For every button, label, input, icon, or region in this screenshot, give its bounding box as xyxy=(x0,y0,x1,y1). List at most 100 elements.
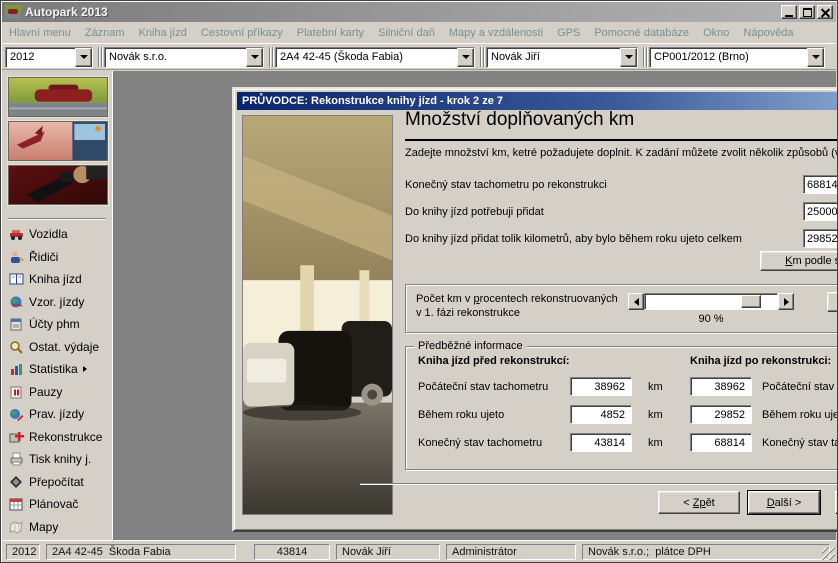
field-label-final-odometer: Konečný stav tachometru po rekonstrukci xyxy=(405,179,607,191)
menu-platebni-karty[interactable]: Platební karty xyxy=(290,27,371,39)
sidebar-item-tisk-knihy[interactable]: Tisk knihy j. xyxy=(2,448,111,471)
driver-icon xyxy=(9,250,25,264)
sidebar-item-pauzy[interactable]: Pauzy xyxy=(2,381,111,404)
sidebar-item-label: Tisk knihy j. xyxy=(29,452,91,466)
back-button[interactable]: < Zpět xyxy=(658,491,740,514)
unit-label: km xyxy=(648,409,663,421)
before-final-odometer xyxy=(570,433,632,452)
maps-icon xyxy=(9,520,25,534)
row-label-before: Konečný stav tachometru xyxy=(418,437,542,449)
maximize-icon xyxy=(803,8,812,17)
sidebar-item-planovac[interactable]: Plánovač xyxy=(2,493,111,516)
menu-hlavni-menu[interactable]: Hlavní menu xyxy=(2,27,78,39)
menu-zaznam[interactable]: Záznam xyxy=(78,27,132,39)
mdi-workspace: PRŮVODCE: Rekonstrukce knihy jízd - krok… xyxy=(115,71,836,540)
scroll-right-button[interactable] xyxy=(778,293,794,310)
menu-silnicni-dan[interactable]: Silniční daň xyxy=(371,27,442,39)
chevron-down-icon xyxy=(251,55,259,59)
wizard-titlebar[interactable]: PRŮVODCE: Rekonstrukce knihy jízd - krok… xyxy=(237,92,838,110)
driver-combo[interactable]: Novák Jiří xyxy=(486,47,638,68)
sidebar-item-kniha-jizd[interactable]: Kniha jízd xyxy=(2,268,111,291)
close-button[interactable] xyxy=(817,5,833,19)
before-header: Kniha jízd před rekonstrukcí: xyxy=(418,355,570,367)
toolbar: 2012 Novák s.r.o. 2A4 42-45 (Škoda Fabia… xyxy=(2,45,836,70)
sidebar-item-vozidla[interactable]: Vozidla xyxy=(2,223,111,246)
sidebar-item-ridici[interactable]: Řidiči xyxy=(2,246,111,269)
button-label: m podle spotřeby xyxy=(792,255,838,267)
close-icon xyxy=(821,8,830,17)
year-combo-arrow[interactable] xyxy=(75,48,92,67)
scrollbar-thumb[interactable] xyxy=(741,295,761,308)
wizard-dialog: PRŮVODCE: Rekonstrukce knihy jízd - krok… xyxy=(232,87,838,532)
statistics-icon xyxy=(9,362,25,376)
scrollbar-track[interactable] xyxy=(644,293,778,310)
sidebar-photo-plane xyxy=(8,121,108,161)
other-expenses-icon xyxy=(9,340,25,354)
menu-napoveda[interactable]: Nápověda xyxy=(736,27,800,39)
sidebar-item-label: Řidiči xyxy=(29,250,58,264)
vehicle-combo-arrow[interactable] xyxy=(457,48,474,67)
company-combo[interactable]: Novák s.r.o. xyxy=(104,47,264,68)
app-icon xyxy=(5,5,21,19)
vehicle-combo-value: 2A4 42-45 (Škoda Fabia) xyxy=(276,48,457,67)
menu-pomocne-databaze[interactable]: Pomocné databáze xyxy=(587,27,696,39)
preliminary-info-group: Předběžné informace Kniha jízd před reko… xyxy=(405,346,838,470)
regular-trips-icon xyxy=(9,407,25,421)
recalculate-icon xyxy=(9,475,25,489)
sidebar-item-vzor-jizdy[interactable]: Vzor. jízdy xyxy=(2,291,111,314)
percent-value: 90 % xyxy=(644,313,778,325)
minimize-button[interactable] xyxy=(781,5,797,19)
chevron-down-icon xyxy=(462,55,470,59)
fuel-accounts-icon xyxy=(9,317,25,331)
row-label-after: Konečný stav tachometru xyxy=(762,437,838,449)
sidebar-item-label: Účty phm xyxy=(29,317,80,331)
sidebar-item-label: Mapy xyxy=(29,520,58,534)
toolbar-separator xyxy=(272,47,274,67)
status-company: Novák s.r.o.; plátce DPH xyxy=(582,544,830,560)
final-odometer-input[interactable] xyxy=(803,175,838,194)
scroll-left-button[interactable] xyxy=(628,293,644,310)
sidebar-item-ucty-phm[interactable]: Účty phm xyxy=(2,313,111,336)
next-button[interactable]: Další > xyxy=(748,491,820,514)
sidebar-item-mapy[interactable]: Mapy xyxy=(2,516,111,539)
sidebar-photo-car xyxy=(8,77,108,117)
company-combo-arrow[interactable] xyxy=(246,48,263,67)
group-title: Předběžné informace xyxy=(414,340,527,352)
resize-grip-icon[interactable] xyxy=(822,547,835,560)
sidebar-item-prav-jizdy[interactable]: Prav. jízdy xyxy=(2,403,111,426)
km-to-add-input[interactable] xyxy=(803,202,838,221)
percent-label: Počet km v procentech rekonstruovaných v… xyxy=(416,292,618,320)
details-button[interactable]: Podrobnosti xyxy=(827,292,838,312)
sidebar-item-statistika[interactable]: Statistika xyxy=(2,358,111,381)
status-year: 2012 xyxy=(6,544,40,560)
menu-kniha-jizd[interactable]: Kniha jízd xyxy=(132,27,194,39)
sidebar-item-ostat-vydaje[interactable]: Ostat. výdaje xyxy=(2,336,111,359)
wizard-description: Zadejte množství km, ketré požadujete do… xyxy=(405,147,838,159)
sidebar-item-prepocitat[interactable]: Přepočítat xyxy=(2,471,111,494)
percent-scrollbar[interactable] xyxy=(628,293,794,310)
status-vehicle: 2A4 42-45 Škoda Fabia xyxy=(46,544,236,560)
percent-panel: Počet km v procentech rekonstruovaných v… xyxy=(405,284,838,333)
after-yearly-km xyxy=(690,405,752,424)
travel-order-combo-arrow[interactable] xyxy=(807,48,824,67)
year-combo[interactable]: 2012 xyxy=(5,47,93,68)
total-yearly-km-input[interactable] xyxy=(803,229,838,248)
maximize-button[interactable] xyxy=(799,5,815,19)
menu-gps[interactable]: GPS xyxy=(550,27,587,39)
toolbar-separator xyxy=(483,47,485,67)
vehicle-combo[interactable]: 2A4 42-45 (Škoda Fabia) xyxy=(275,47,475,68)
menu-mapy-a-vzdalenosti[interactable]: Mapy a vzdálenosti xyxy=(442,27,550,39)
minimize-icon xyxy=(785,15,793,17)
sidebar-item-label: Kniha jízd xyxy=(29,272,82,286)
status-odometer: 43814 xyxy=(254,544,330,560)
sidebar-item-rekonstrukce[interactable]: Rekonstrukce xyxy=(2,426,111,449)
unit-label: km xyxy=(648,381,663,393)
km-by-consumption-button[interactable]: Km podle spotřeby xyxy=(760,251,838,271)
travel-order-combo[interactable]: CP001/2012 (Brno) xyxy=(649,47,825,68)
driver-combo-arrow[interactable] xyxy=(620,48,637,67)
status-bar: 2012 2A4 42-45 Škoda Fabia 43814 Novák J… xyxy=(2,540,836,561)
wizard-title: PRŮVODCE: Rekonstrukce knihy jízd - krok… xyxy=(242,95,503,107)
menu-cestovni-prikazy[interactable]: Cestovní příkazy xyxy=(194,27,290,39)
sidebar-item-label: Statistika xyxy=(29,362,78,376)
menu-okno[interactable]: Okno xyxy=(696,27,736,39)
